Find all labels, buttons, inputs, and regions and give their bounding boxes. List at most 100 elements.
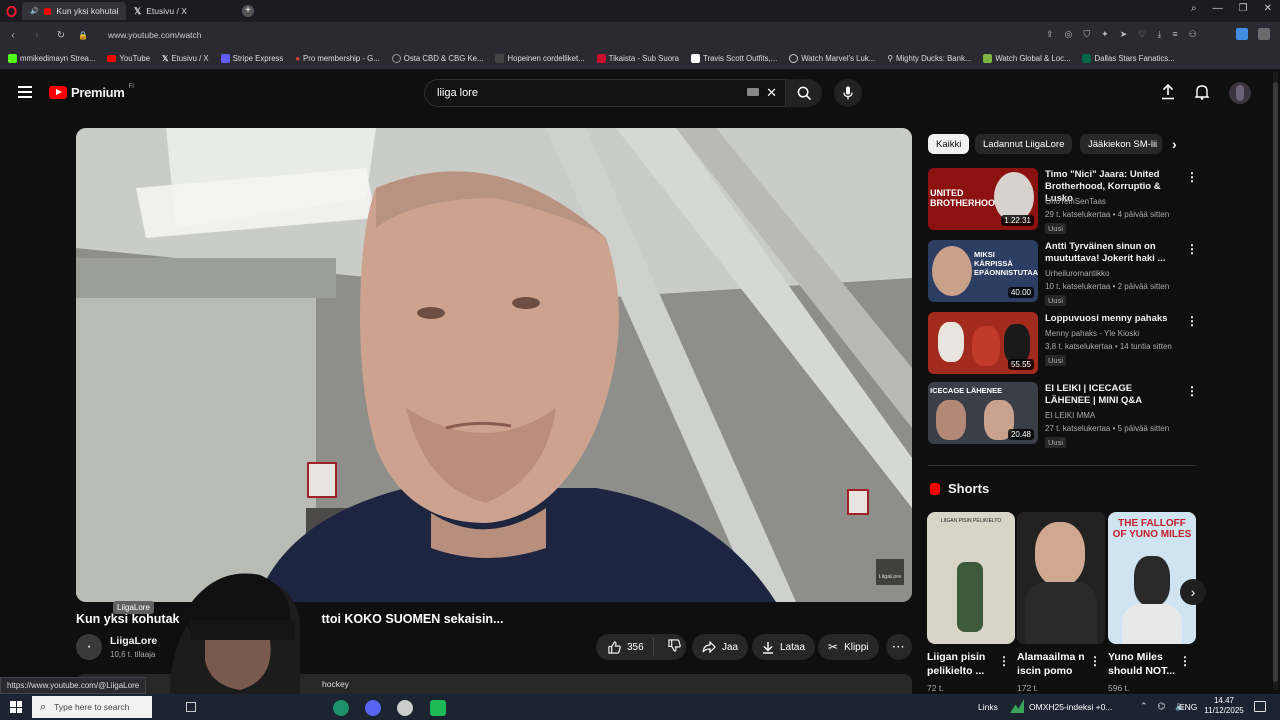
discord-icon[interactable]: [365, 700, 381, 716]
short-thumbnail[interactable]: [1017, 512, 1105, 644]
share-page-icon[interactable]: ⇪: [1046, 29, 1054, 40]
url-field[interactable]: www.youtube.com/watch: [108, 30, 202, 40]
hamburger-menu-icon[interactable]: [18, 86, 32, 98]
edge-icon[interactable]: [333, 700, 349, 716]
chips-next-chevron-icon[interactable]: ›: [1172, 136, 1177, 152]
camera-icon[interactable]: ◎: [1065, 29, 1073, 40]
spotify-icon[interactable]: [430, 700, 446, 716]
upload-icon[interactable]: [1161, 83, 1175, 103]
bookmark[interactable]: Tikaista - Sub Suora: [596, 54, 679, 63]
bookmark[interactable]: Stripe Express: [220, 54, 283, 63]
more-vertical-icon[interactable]: ⋮: [1186, 170, 1198, 184]
clip-button[interactable]: ✂ Klippi: [818, 634, 879, 660]
channel-avatar[interactable]: ●: [76, 634, 102, 660]
short-title[interactable]: Liigan pisin pelikielto ...: [927, 650, 1003, 678]
page-scrollbar[interactable]: [1273, 72, 1278, 690]
bookmark[interactable]: ⚲ Mighty Ducks: Bank...: [887, 54, 971, 63]
taskbar-search-input[interactable]: ⌕ Type here to search: [32, 696, 152, 718]
bookmark[interactable]: Travis Scott Outfits,...: [691, 54, 777, 63]
search-tabs-icon[interactable]: ⌕: [1191, 3, 1197, 14]
more-vertical-icon[interactable]: ⋮: [998, 654, 1010, 668]
short-title[interactable]: Yuno Miles should NOT...: [1108, 650, 1184, 678]
video-thumbnail[interactable]: ICECAGE LÄHENEE 20.48: [928, 382, 1038, 444]
video-thumbnail[interactable]: MIKSI KÄRPISSÄ EPÄONNISTUTAAN? 40.00: [928, 240, 1038, 302]
bookmark[interactable]: mmikedimayn Strea...: [8, 54, 95, 63]
back-icon[interactable]: ‹: [6, 30, 20, 41]
recommended-video[interactable]: 55.55 Loppuvuosi menny pahaks Menny paha…: [928, 312, 1200, 378]
chip-all[interactable]: Kaikki: [928, 134, 970, 154]
bookmark[interactable]: 𝕏 Etusivu / X: [162, 54, 209, 63]
short-thumbnail[interactable]: LIIGAN PISIN PELIKIELTO: [927, 512, 1015, 644]
bookmark[interactable]: ● Pro membership - G...: [295, 54, 379, 63]
bookmark[interactable]: Watch Global & Loc...: [983, 54, 1070, 63]
windows-start-icon[interactable]: [10, 701, 22, 713]
short-thumbnail[interactable]: THE FALLOFF OF YUNO MILES: [1108, 512, 1196, 644]
tab-x[interactable]: 𝕏 Etusivu / X: [126, 2, 236, 20]
heart-icon[interactable]: ♡: [1138, 29, 1146, 40]
more-vertical-icon[interactable]: ⋮: [1089, 654, 1101, 668]
more-vertical-icon[interactable]: ⋮: [1179, 654, 1191, 668]
task-view-icon[interactable]: [186, 702, 196, 712]
like-button[interactable]: 356: [596, 638, 654, 656]
watermark-text: LiigaLore: [879, 574, 902, 580]
send-icon[interactable]: ➤: [1120, 29, 1128, 40]
shorts-next-button[interactable]: ›: [1180, 579, 1206, 605]
video-thumbnail[interactable]: UNITED BROTHERHOOD 1.22.31: [928, 168, 1038, 230]
notifications-bell-icon[interactable]: [1194, 84, 1210, 103]
aria-icon[interactable]: [1236, 28, 1248, 40]
recommended-video[interactable]: UNITED BROTHERHOOD 1.22.31 Timo "Nici" J…: [928, 168, 1200, 234]
clock[interactable]: 14.47 11/12/2025: [1202, 696, 1246, 716]
app-icon[interactable]: [397, 700, 413, 716]
shield-icon[interactable]: ⛉: [1083, 29, 1090, 40]
links-toolbar[interactable]: Links: [978, 702, 998, 712]
scrollbar-thumb[interactable]: [1273, 82, 1278, 682]
video-player[interactable]: 4 LiigaLore: [76, 128, 912, 602]
minimize-icon[interactable]: —: [1213, 3, 1223, 14]
short-title[interactable]: Alamaailma n iscin pomo: [1017, 650, 1093, 678]
bookmark[interactable]: Hopeinen cordelliket...: [495, 54, 585, 63]
chevron-up-icon[interactable]: ⌃: [1140, 701, 1148, 712]
more-vertical-icon[interactable]: ⋮: [1186, 242, 1198, 256]
extension-puzzle-icon[interactable]: [1258, 28, 1270, 40]
x-logo-icon: 𝕏: [134, 5, 142, 16]
more-vertical-icon[interactable]: ⋮: [1186, 314, 1198, 328]
search-button[interactable]: [786, 79, 822, 107]
more-actions-button[interactable]: ···: [886, 634, 912, 660]
menu-icon[interactable]: ≡: [1172, 29, 1177, 40]
bookmark[interactable]: Dallas Stars Fanatics...: [1082, 54, 1175, 63]
chip-topic[interactable]: Jääkiekon SM-lii: [1080, 134, 1162, 154]
network-icon[interactable]: ⌬: [1158, 701, 1166, 712]
opera-logo-icon[interactable]: [0, 5, 22, 17]
recommended-video[interactable]: ICECAGE LÄHENEE 20.48 EI LEIKI | ICECAGE…: [928, 382, 1200, 448]
more-vertical-icon[interactable]: ⋮: [1186, 384, 1198, 398]
share-button[interactable]: Jaa: [692, 634, 749, 660]
youtube-logo[interactable]: Premium FI: [49, 84, 134, 100]
dislike-button[interactable]: [660, 639, 681, 655]
forward-icon[interactable]: ›: [30, 30, 44, 41]
extensions-icon[interactable]: ✦: [1101, 29, 1109, 40]
reload-icon[interactable]: ↻: [54, 30, 68, 41]
language-indicator[interactable]: ENG: [1179, 702, 1197, 712]
stock-ticker[interactable]: OMXH25-indeksi +0...: [1029, 702, 1112, 712]
bookmark[interactable]: Watch Marvel's Luk...: [789, 54, 875, 63]
avatar[interactable]: [1229, 82, 1251, 104]
restore-icon[interactable]: ❐: [1239, 3, 1248, 14]
download-icon[interactable]: ⤓: [1157, 29, 1161, 40]
channel-tooltip: LiigaLore: [113, 601, 154, 614]
recommended-video[interactable]: MIKSI KÄRPISSÄ EPÄONNISTUTAAN? 40.00 Ant…: [928, 240, 1200, 306]
shorts-divider: [928, 465, 1196, 466]
bookmark[interactable]: Osta CBD & CBG Ke...: [391, 54, 483, 63]
clear-search-icon[interactable]: ✕: [766, 85, 777, 101]
close-icon[interactable]: ✕: [1264, 3, 1272, 14]
bookmark[interactable]: YouTube: [107, 54, 150, 63]
voice-search-button[interactable]: [834, 79, 862, 107]
notifications-icon[interactable]: [1254, 701, 1266, 712]
search-input[interactable]: liiga lore ✕: [424, 79, 786, 107]
video-thumbnail[interactable]: 55.55: [928, 312, 1038, 374]
profile-icon[interactable]: ⚇: [1189, 29, 1197, 40]
new-tab-button[interactable]: +: [242, 5, 254, 17]
chip-uploaded-by[interactable]: Ladannut LiigaLore: [975, 134, 1073, 154]
keyboard-icon[interactable]: [747, 88, 759, 96]
download-button[interactable]: Lataa: [752, 634, 816, 660]
tab-youtube[interactable]: 🔊 Kun yksi kohutaklaus: [22, 2, 126, 20]
